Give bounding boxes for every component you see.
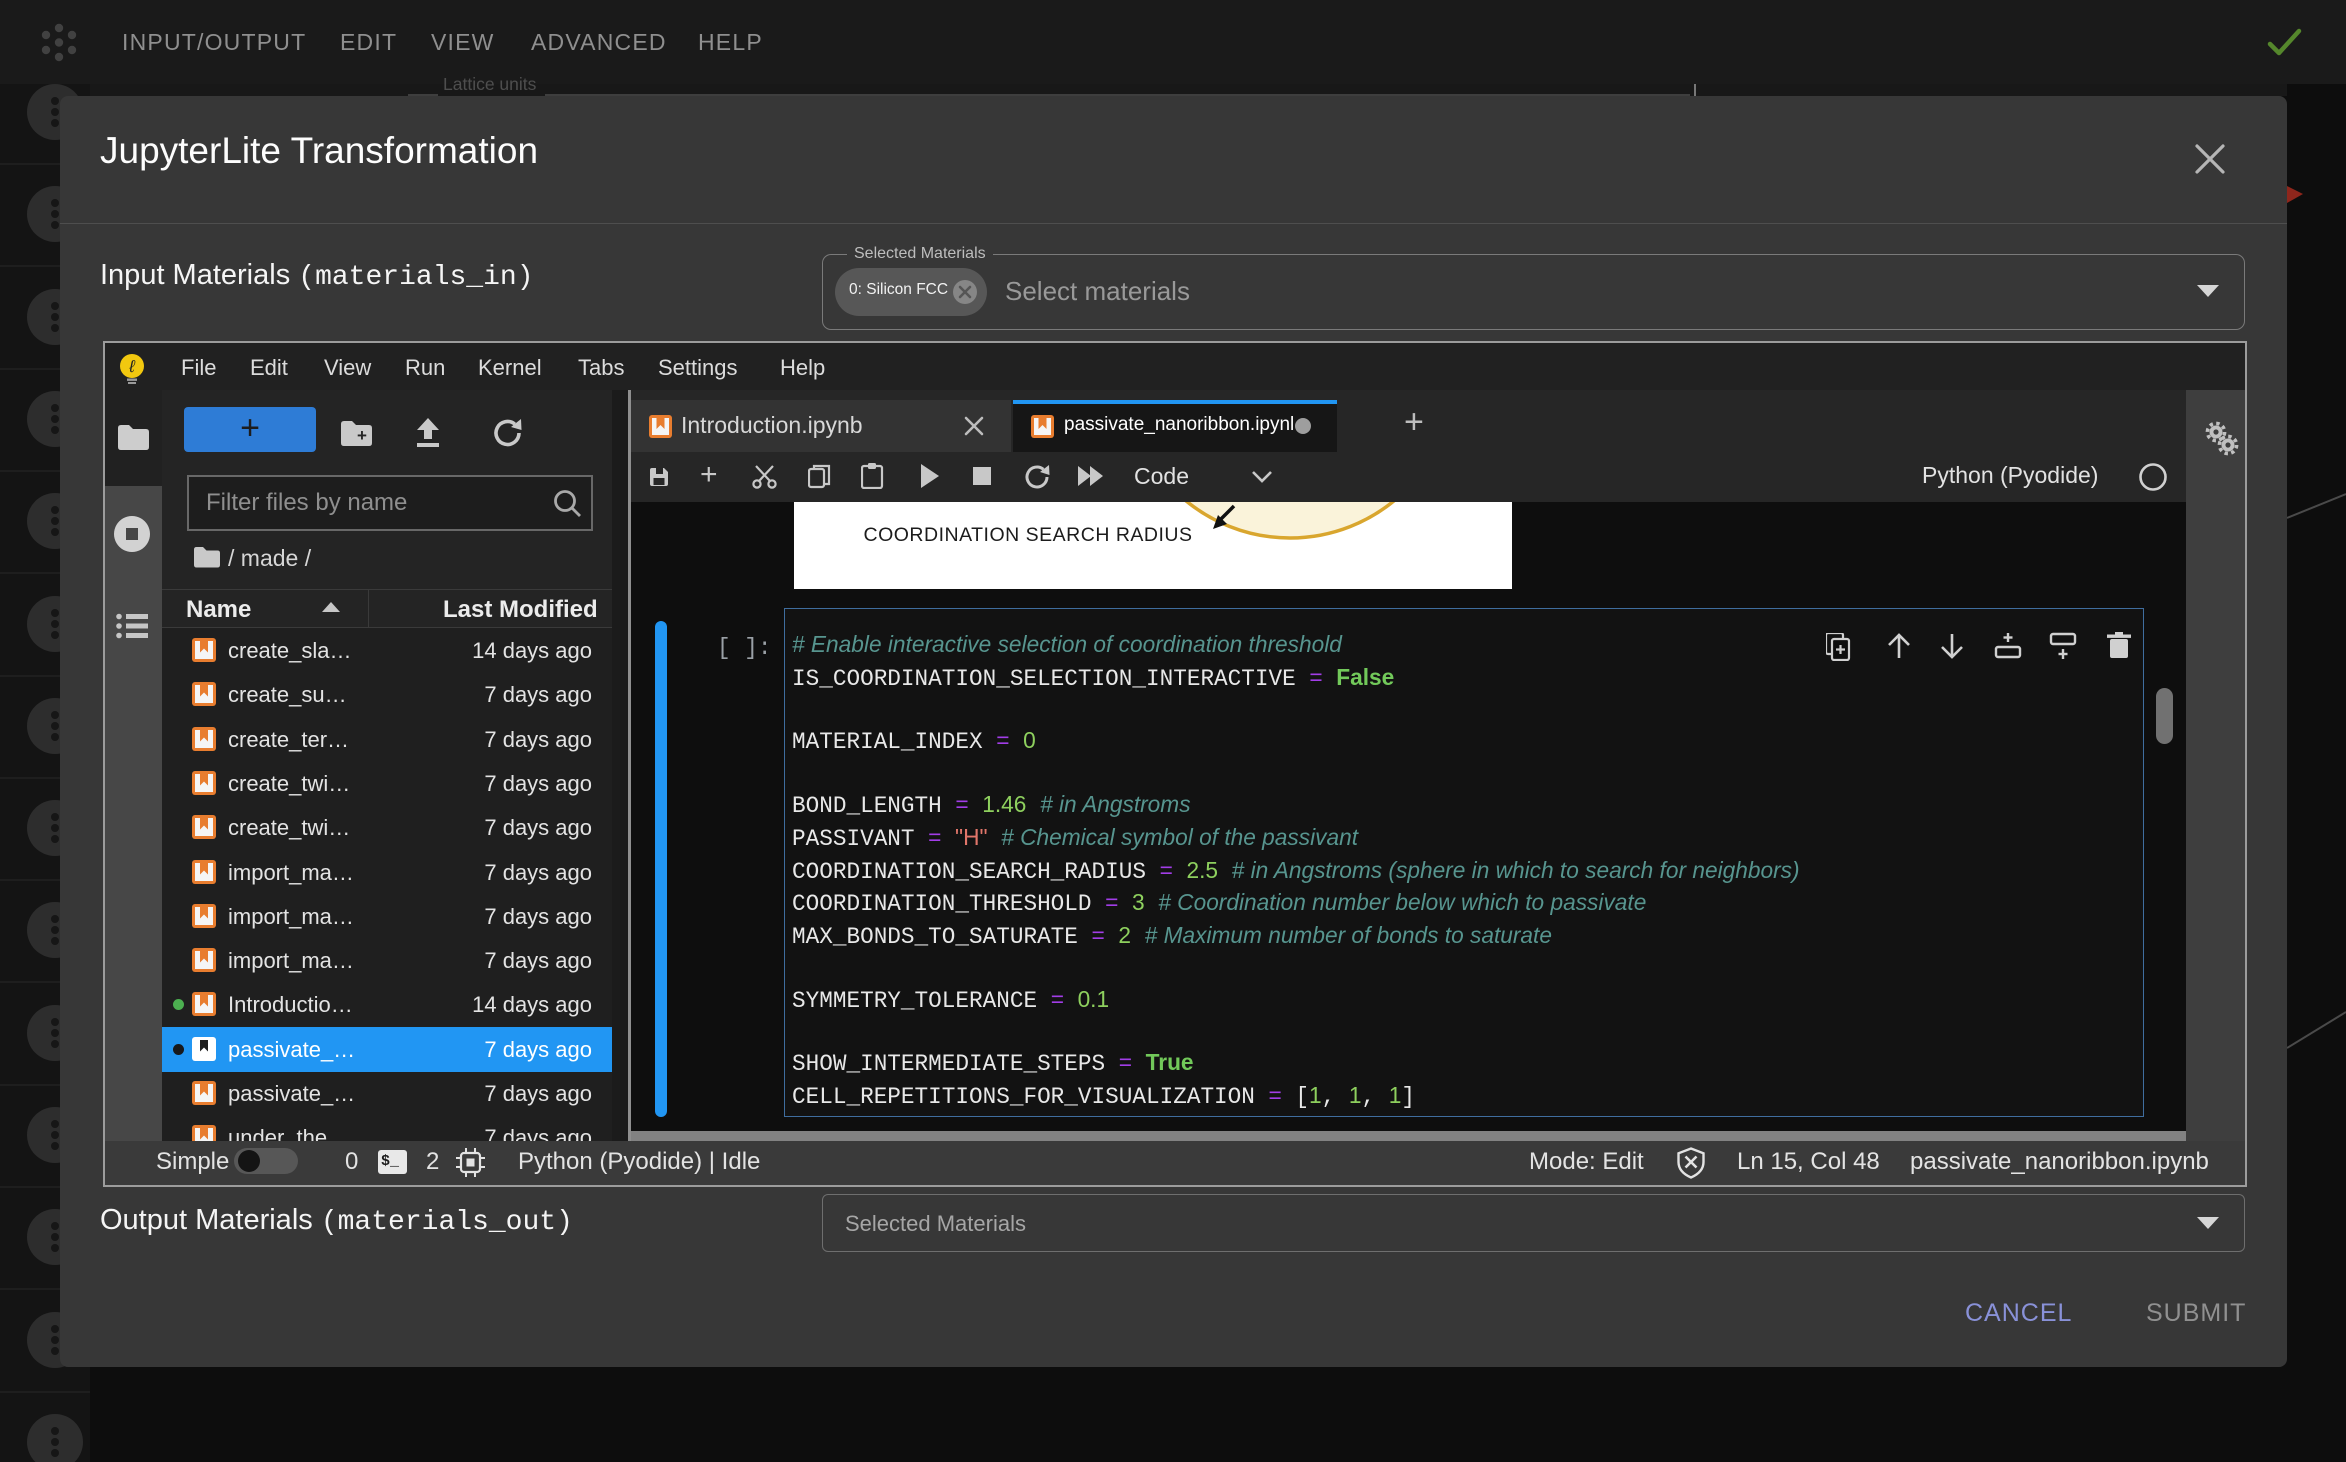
svg-text:+: + [357,426,367,445]
svg-text:COORDINATION SEARCH RADIUS: COORDINATION SEARCH RADIUS [864,524,1193,546]
svg-text:ℓ: ℓ [128,357,135,376]
